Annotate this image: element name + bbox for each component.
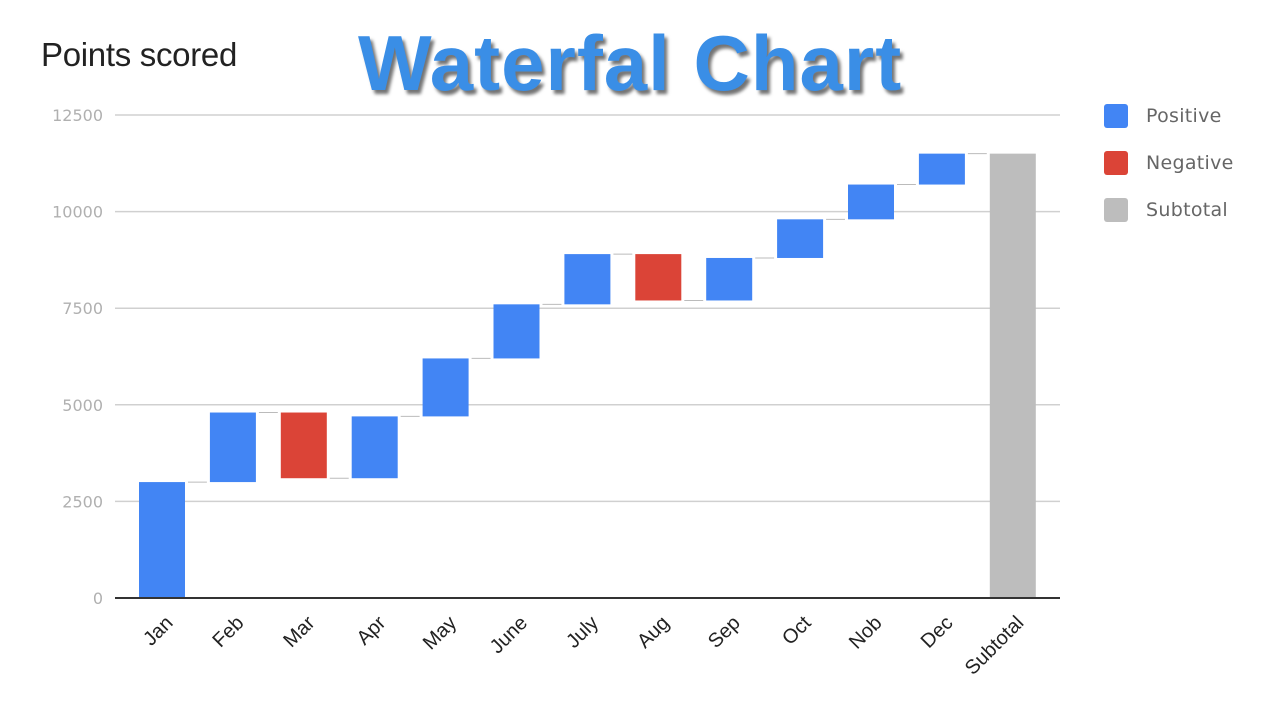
bar-may [422, 358, 469, 417]
y-tick-label: 5000 [62, 396, 103, 415]
x-tick-label: Sep [704, 612, 745, 653]
bar-mar [280, 412, 327, 479]
legend-label-negative: Negative [1146, 152, 1234, 174]
x-tick-label: May [419, 612, 461, 654]
x-tick-label: Subtotal [961, 612, 1028, 679]
bar-sep [706, 257, 753, 301]
bar-aug [635, 254, 682, 301]
bar-july [564, 254, 611, 305]
bar-subtotal [989, 153, 1036, 598]
x-tick-label: Aug [633, 612, 674, 653]
x-tick-label: Dec [917, 612, 958, 653]
bar-june [493, 304, 540, 359]
bar-feb [209, 412, 256, 483]
y-tick-label: 0 [93, 589, 103, 608]
legend: Positive Negative Subtotal [1104, 104, 1234, 245]
x-tick-label: Jan [139, 612, 177, 650]
x-tick-label: Mar [279, 612, 319, 652]
legend-swatch-negative [1104, 151, 1128, 175]
x-tick-label: Apr [353, 612, 391, 650]
bar-jan [139, 482, 185, 598]
x-tick-label: Oct [778, 612, 816, 650]
bar-oct [777, 219, 824, 258]
waterfall-chart: 02500500075001000012500 Jan Feb Mar Apr May J… [52, 106, 1060, 680]
bar-apr [351, 416, 398, 479]
x-tick-label: Feb [209, 612, 249, 652]
legend-label-positive: Positive [1146, 105, 1222, 127]
bar-dec [918, 153, 965, 185]
legend-item-negative: Negative [1104, 151, 1234, 175]
y-tick-label: 7500 [62, 299, 103, 318]
legend-swatch-subtotal [1104, 198, 1128, 222]
gridlines [115, 114, 1060, 503]
x-tick-label: Nob [845, 612, 887, 654]
y-tick-label: 10000 [52, 203, 103, 222]
y-tick-label: 2500 [62, 492, 103, 511]
y-tick-label: 12500 [52, 106, 103, 125]
x-tick-label: July [562, 612, 603, 653]
legend-swatch-positive [1104, 104, 1128, 128]
bars [139, 153, 1036, 598]
legend-item-subtotal: Subtotal [1104, 198, 1234, 222]
x-tick-label: June [486, 612, 532, 658]
bar-nob [848, 184, 894, 220]
legend-item-positive: Positive [1104, 104, 1234, 128]
legend-label-subtotal: Subtotal [1146, 199, 1229, 221]
y-axis-ticks: 0 2500 5000 7500 10000 12500 [52, 106, 103, 608]
x-axis-labels: Jan Feb Mar Apr May June July Aug Sep Oct Nob Dec Su… [139, 612, 1028, 680]
